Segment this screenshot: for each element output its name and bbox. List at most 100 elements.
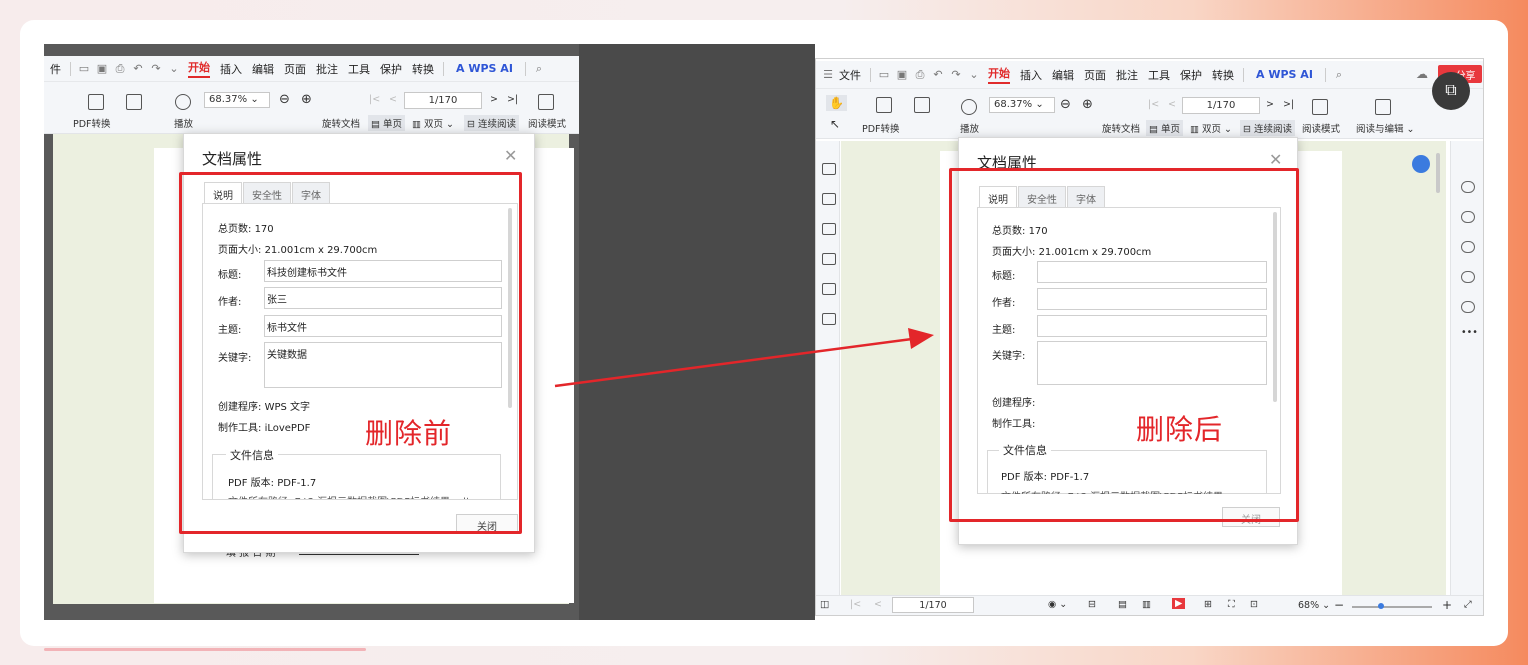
- first-page-icon[interactable]: |<: [369, 94, 380, 105]
- bookmark-icon[interactable]: [822, 163, 836, 175]
- print-icon[interactable]: ⎙: [912, 68, 928, 82]
- select-tool-icon[interactable]: ↖: [830, 117, 840, 131]
- undo-icon[interactable]: ↶: [930, 68, 946, 81]
- play-icon[interactable]: [175, 94, 191, 110]
- copy-icon[interactable]: [126, 94, 142, 110]
- read-mode-icon[interactable]: [1312, 99, 1328, 115]
- play-button[interactable]: 播放: [960, 121, 979, 135]
- sync-icon[interactable]: [1412, 155, 1430, 173]
- read-mode-button[interactable]: 阅读模式: [528, 116, 566, 130]
- page-input[interactable]: 1/170: [404, 92, 482, 109]
- copy-icon[interactable]: [914, 97, 930, 113]
- wps-ai-button[interactable]: A WPS AI: [456, 62, 513, 75]
- first-page-icon[interactable]: |<: [850, 599, 861, 610]
- chevron-down-icon[interactable]: ⌄: [166, 62, 182, 75]
- help-icon[interactable]: [1461, 301, 1475, 313]
- rotate-doc-button[interactable]: 旋转文档: [322, 116, 360, 130]
- save-icon[interactable]: ▣: [894, 68, 910, 81]
- zoom-out-status-icon[interactable]: −: [1334, 598, 1344, 612]
- single-page-button[interactable]: ▤ 单页: [368, 115, 406, 131]
- layers-icon[interactable]: [822, 313, 836, 325]
- pdf-convert-button[interactable]: PDF转换: [862, 121, 900, 135]
- zoom-in-status-icon[interactable]: +: [1442, 598, 1452, 612]
- tab-edit[interactable]: 编辑: [252, 61, 274, 77]
- zoom-select[interactable]: 68.37% ⌄: [204, 92, 270, 108]
- open-folder-icon[interactable]: ▭: [76, 62, 92, 75]
- next-page-icon[interactable]: >: [490, 94, 498, 105]
- search-icon[interactable]: ⌕: [1331, 68, 1347, 82]
- grid-status-icon[interactable]: ⊞: [1204, 599, 1212, 610]
- pdf-convert-icon[interactable]: [876, 97, 892, 113]
- tab-page[interactable]: 页面: [284, 61, 306, 77]
- play-icon[interactable]: [961, 99, 977, 115]
- cloud-upload-icon[interactable]: ☁: [1416, 67, 1428, 81]
- hand-tool-icon[interactable]: ✋: [826, 95, 847, 111]
- tab-tools[interactable]: 工具: [348, 61, 370, 77]
- continuous-read-button[interactable]: ⊟ 连续阅读: [1240, 120, 1295, 136]
- double-status-icon[interactable]: ▥: [1142, 599, 1151, 610]
- scrollbar[interactable]: [1436, 153, 1440, 193]
- tab-insert[interactable]: 插入: [1020, 67, 1042, 83]
- zoom-in-icon[interactable]: ⊕: [301, 92, 312, 107]
- zoom-slider-thumb[interactable]: [1378, 603, 1384, 609]
- fit-width-icon[interactable]: ⊡: [1250, 599, 1258, 610]
- tab-annotate[interactable]: 批注: [316, 61, 338, 77]
- pdf-convert-button[interactable]: PDF转换: [73, 116, 111, 130]
- prev-page-icon[interactable]: <: [389, 94, 397, 105]
- read-edit-button[interactable]: 阅读与编辑 ⌄: [1356, 121, 1415, 135]
- tab-protect[interactable]: 保护: [380, 61, 402, 77]
- comment-icon[interactable]: [822, 223, 836, 235]
- undo-icon[interactable]: ↶: [130, 62, 146, 75]
- eye-icon[interactable]: ◉ ⌄: [1048, 599, 1067, 610]
- play-button[interactable]: 播放: [174, 116, 193, 130]
- last-page-icon[interactable]: >|: [1283, 99, 1294, 110]
- thumbnail-icon[interactable]: [822, 193, 836, 205]
- redo-icon[interactable]: ↷: [948, 68, 964, 81]
- zoom-in-icon[interactable]: ⊕: [1082, 97, 1093, 112]
- pdf-convert-icon[interactable]: [88, 94, 104, 110]
- file-menu[interactable]: 件: [50, 61, 61, 77]
- double-page-button[interactable]: ▥ 双页 ⌄: [1190, 121, 1232, 135]
- search-icon[interactable]: ⌕: [531, 62, 547, 76]
- menu-icon[interactable]: ☰: [820, 68, 836, 81]
- rotate-doc-button[interactable]: 旋转文档: [1102, 121, 1140, 135]
- settings-side-icon[interactable]: [1461, 241, 1475, 253]
- read-edit-icon[interactable]: [1375, 99, 1391, 115]
- more-icon[interactable]: •••: [1461, 327, 1478, 338]
- next-page-icon[interactable]: >: [1266, 99, 1274, 110]
- page-input[interactable]: 1/170: [1182, 97, 1260, 114]
- translate-icon[interactable]: ⧉: [1432, 72, 1470, 110]
- tab-annotate[interactable]: 批注: [1116, 67, 1138, 83]
- last-page-icon[interactable]: >|: [507, 94, 518, 105]
- redo-icon[interactable]: ↷: [148, 62, 164, 75]
- file-menu[interactable]: 文件: [839, 67, 861, 83]
- fullscreen-icon[interactable]: ⤢: [1464, 599, 1472, 610]
- tab-edit[interactable]: 编辑: [1052, 67, 1074, 83]
- save-icon[interactable]: ▣: [94, 62, 110, 75]
- tab-start[interactable]: 开始: [188, 59, 210, 78]
- attachment-icon[interactable]: [822, 253, 836, 265]
- print-icon[interactable]: ⎙: [112, 62, 128, 76]
- tab-protect[interactable]: 保护: [1180, 67, 1202, 83]
- read-mode-button[interactable]: 阅读模式: [1302, 121, 1340, 135]
- tab-page[interactable]: 页面: [1084, 67, 1106, 83]
- single-page-button[interactable]: ▤ 单页: [1146, 120, 1184, 136]
- tab-insert[interactable]: 插入: [220, 61, 242, 77]
- tab-convert[interactable]: 转换: [1212, 67, 1234, 83]
- continuous-status-icon[interactable]: ⊟: [1088, 599, 1096, 610]
- signature-icon[interactable]: [822, 283, 836, 295]
- read-mode-icon[interactable]: [538, 94, 554, 110]
- sidebar-toggle-icon[interactable]: ◫: [820, 599, 829, 610]
- zoom-select[interactable]: 68.37% ⌄: [989, 97, 1055, 113]
- status-page-input[interactable]: 1/170: [892, 597, 974, 613]
- chevron-down-icon[interactable]: ⌄: [966, 68, 982, 81]
- status-zoom[interactable]: 68% ⌄: [1298, 600, 1330, 611]
- continuous-read-button[interactable]: ⊟ 连续阅读: [464, 115, 519, 131]
- zoom-out-icon[interactable]: ⊖: [279, 92, 290, 107]
- tab-start[interactable]: 开始: [988, 65, 1010, 84]
- prev-page-icon[interactable]: <: [1168, 99, 1176, 110]
- wps-ai-button[interactable]: A WPS AI: [1256, 68, 1313, 81]
- single-status-icon[interactable]: ▤: [1118, 599, 1127, 610]
- tab-convert[interactable]: 转换: [412, 61, 434, 77]
- tab-tools[interactable]: 工具: [1148, 67, 1170, 83]
